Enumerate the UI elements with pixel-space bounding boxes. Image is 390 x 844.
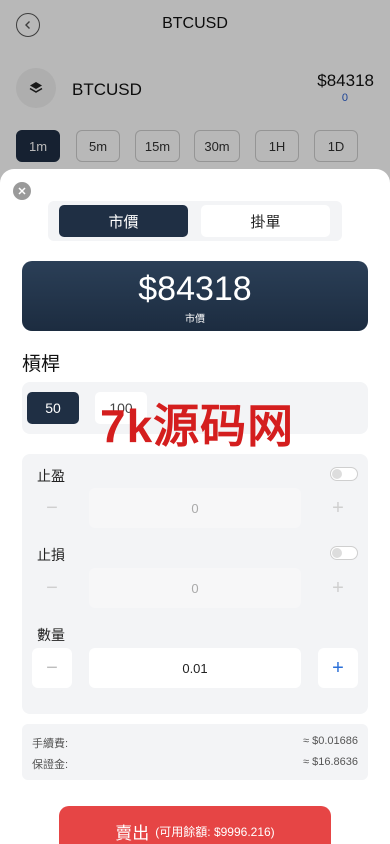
stop-loss-input[interactable]: 0 — [89, 568, 301, 608]
leverage-title: 槓桿 — [22, 354, 61, 375]
margin-label: 保證金: — [32, 759, 69, 771]
minus-icon: − — [46, 656, 58, 679]
sell-button[interactable]: 賣出 (可用餘額: $9996.216) — [59, 806, 331, 844]
close-icon — [18, 187, 26, 195]
minus-icon: − — [46, 576, 58, 599]
plus-icon: + — [332, 496, 344, 519]
stop-loss-label: 止損 — [37, 547, 65, 563]
minus-icon: − — [46, 496, 58, 519]
order-params: 止盈 − 0 + 止損 − 0 + 數量 − 0.01 + — [22, 454, 368, 714]
take-profit-plus-button[interactable]: + — [318, 488, 358, 528]
stop-loss-toggle[interactable] — [330, 546, 358, 560]
sell-button-label: 賣出 — [115, 823, 150, 843]
tab-market-order[interactable]: 市價 — [59, 205, 188, 237]
stop-loss-plus-button[interactable]: + — [318, 568, 358, 608]
order-type-tabs: 市價 掛單 — [48, 201, 342, 241]
market-price: $84318 — [138, 270, 252, 308]
market-price-label: 市價 — [185, 314, 205, 325]
fee-value: ≈ $0.01686 — [303, 735, 358, 747]
take-profit-toggle[interactable] — [330, 467, 358, 481]
quantity-input[interactable]: 0.01 — [89, 648, 301, 688]
plus-icon: + — [332, 656, 344, 679]
tab-limit-order[interactable]: 掛單 — [201, 205, 330, 237]
leverage-option-50[interactable]: 50 — [27, 392, 79, 424]
price-card: $84318 市價 — [22, 261, 368, 331]
plus-icon: + — [332, 576, 344, 599]
margin-value: ≈ $16.8636 — [303, 756, 358, 768]
take-profit-label: 止盈 — [37, 468, 65, 484]
quantity-label: 數量 — [37, 627, 65, 643]
take-profit-minus-button[interactable]: − — [32, 488, 72, 528]
quantity-minus-button[interactable]: − — [32, 648, 72, 688]
watermark: 7k源码网 — [100, 400, 295, 452]
close-button[interactable] — [13, 182, 31, 200]
take-profit-input[interactable]: 0 — [89, 488, 301, 528]
fee-label: 手續費: — [32, 738, 69, 750]
available-balance: (可用餘額: $9996.216) — [155, 824, 275, 839]
fee-summary: 手續費: ≈ $0.01686 保證金: ≈ $16.8636 — [22, 724, 368, 780]
order-sheet: 市價 掛單 $84318 市價 槓桿 50 100 7k源码网 止盈 − 0 +… — [0, 169, 390, 844]
stop-loss-minus-button[interactable]: − — [32, 568, 72, 608]
toggle-knob — [332, 548, 342, 558]
toggle-knob — [332, 469, 342, 479]
quantity-plus-button[interactable]: + — [318, 648, 358, 688]
